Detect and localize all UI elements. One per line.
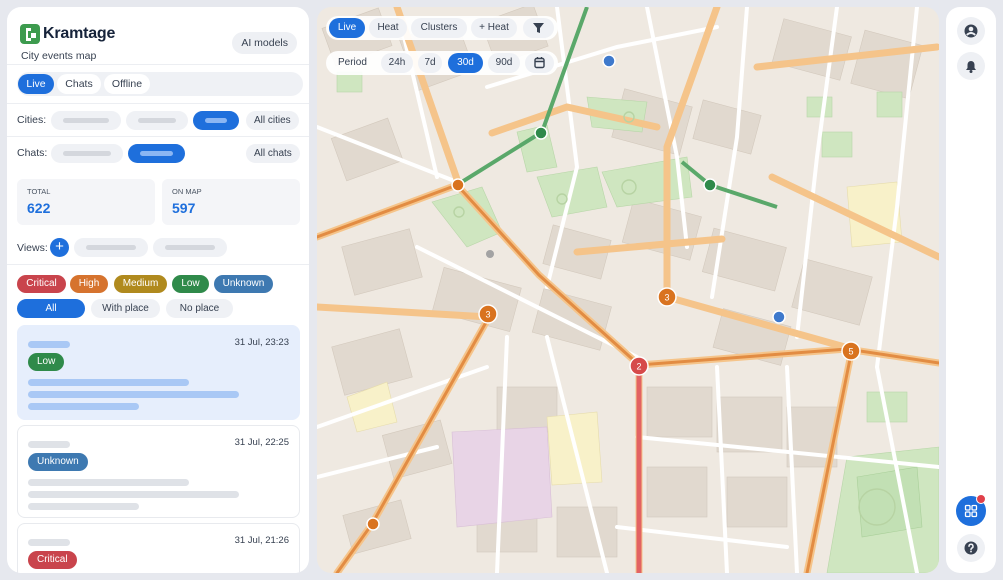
severity-low-chip[interactable]: Low — [172, 275, 209, 293]
event-badge: Unknown — [28, 453, 88, 471]
event-time: 31 Jul, 22:25 — [234, 437, 289, 448]
event-marker[interactable] — [366, 517, 380, 531]
total-stat: TOTAL 622 — [17, 179, 155, 225]
event-text-line — [28, 403, 139, 410]
event-text-line — [28, 391, 239, 398]
city-chip[interactable] — [51, 111, 121, 130]
plus-icon: + — [55, 238, 64, 255]
calendar-icon — [534, 57, 545, 69]
bell-icon — [966, 61, 976, 73]
layer-clusters-button[interactable]: Clusters — [411, 18, 467, 38]
all-cities-button[interactable]: All cities — [246, 111, 299, 130]
all-chats-button[interactable]: All chats — [246, 144, 300, 163]
scope-all-button[interactable]: All — [17, 299, 85, 318]
event-marker[interactable] — [451, 178, 465, 192]
cluster-count: 3 — [485, 310, 490, 320]
event-time: 31 Jul, 21:26 — [234, 535, 289, 546]
chat-chip[interactable] — [51, 144, 123, 163]
filter-button[interactable] — [523, 18, 554, 38]
city-chip[interactable] — [126, 111, 188, 130]
cluster-count: 2 — [636, 362, 641, 372]
divider — [7, 136, 309, 137]
event-text-line — [28, 379, 189, 386]
scope-with-place-button[interactable]: With place — [91, 299, 160, 318]
layer-plus-heat-button[interactable]: + Heat — [471, 18, 517, 38]
event-text-line — [28, 479, 189, 486]
right-rail — [946, 7, 996, 573]
event-badge: Low — [28, 353, 65, 371]
kramtage-logo — [20, 24, 40, 44]
period-90d-button[interactable]: 90d — [488, 53, 520, 73]
on-map-stat: ON MAP 597 — [162, 179, 300, 225]
divider — [7, 264, 309, 265]
event-time: 31 Jul, 23:23 — [234, 337, 289, 348]
mode-switcher: Live Chats Offline — [17, 72, 303, 96]
map-view[interactable]: 3 3 5 2 Live Heat Clusters + Heat Period… — [317, 7, 939, 573]
help-icon — [964, 541, 978, 555]
map-canvas[interactable]: 3 3 5 2 — [317, 7, 939, 573]
views-label: Views: — [17, 242, 48, 254]
view-chip[interactable] — [153, 238, 227, 257]
map-layer-bar: Live Heat Clusters + Heat — [326, 16, 558, 40]
mode-chats-button[interactable]: Chats — [57, 74, 101, 94]
on-map-label: ON MAP — [172, 187, 202, 196]
notifications-button[interactable] — [957, 52, 985, 80]
event-text-line — [28, 503, 139, 510]
notification-dot — [976, 494, 986, 504]
severity-critical-chip[interactable]: Critical — [17, 275, 66, 293]
chats-label: Chats: — [17, 147, 48, 159]
event-card[interactable]: 31 Jul, 21:26 Critical — [17, 523, 300, 573]
event-title-placeholder — [28, 341, 70, 348]
event-card[interactable]: 31 Jul, 23:23 Low — [17, 325, 300, 420]
period-30d-button[interactable]: 30d — [448, 53, 483, 73]
profile-button[interactable] — [957, 17, 985, 45]
mode-live-button[interactable]: Live — [18, 74, 54, 94]
event-title-placeholder — [28, 539, 70, 546]
layer-heat-button[interactable]: Heat — [369, 18, 407, 38]
scope-no-place-button[interactable]: No place — [166, 299, 233, 318]
cities-label: Cities: — [17, 114, 47, 126]
left-panel: Kramtage City events map AI models Live … — [7, 7, 309, 573]
map-period-bar: Period 24h 7d 30d 90d — [326, 51, 558, 75]
period-7d-button[interactable]: 7d — [418, 53, 442, 73]
severity-unknown-chip[interactable]: Unknown — [214, 275, 273, 293]
divider — [7, 64, 309, 65]
chat-chip-selected[interactable] — [128, 144, 185, 163]
on-map-value: 597 — [172, 200, 196, 216]
event-card[interactable]: 31 Jul, 22:25 Unknown — [17, 425, 300, 518]
brand-header: Kramtage City events map AI models — [20, 19, 299, 63]
cluster-count: 5 — [848, 347, 853, 357]
poi-marker — [486, 250, 494, 258]
cluster-count: 3 — [664, 293, 669, 303]
event-marker[interactable] — [602, 54, 616, 68]
brand-name: Kramtage — [43, 25, 116, 42]
total-value: 622 — [27, 200, 51, 216]
period-label: Period — [338, 57, 367, 68]
event-text-line — [28, 491, 239, 498]
profile-icon — [964, 24, 978, 38]
event-title-placeholder — [28, 441, 70, 448]
total-label: TOTAL — [27, 187, 51, 196]
mode-offline-button[interactable]: Offline — [104, 74, 150, 94]
period-24h-button[interactable]: 24h — [381, 53, 413, 73]
event-marker[interactable] — [772, 310, 786, 324]
view-chip[interactable] — [74, 238, 148, 257]
event-marker[interactable] — [534, 126, 548, 140]
ai-models-button[interactable]: AI models — [232, 32, 297, 54]
help-button[interactable] — [957, 534, 985, 562]
calendar-button[interactable] — [525, 53, 554, 73]
severity-medium-chip[interactable]: Medium — [114, 275, 167, 293]
layer-live-button[interactable]: Live — [329, 18, 365, 38]
severity-high-chip[interactable]: High — [70, 275, 108, 293]
event-badge: Critical — [28, 551, 77, 569]
add-view-button[interactable]: + — [50, 238, 69, 257]
city-chip-selected[interactable] — [193, 111, 239, 130]
divider — [7, 103, 309, 104]
event-marker[interactable] — [703, 178, 717, 192]
filter-icon — [533, 23, 544, 33]
brand-subtitle: City events map — [21, 50, 97, 62]
